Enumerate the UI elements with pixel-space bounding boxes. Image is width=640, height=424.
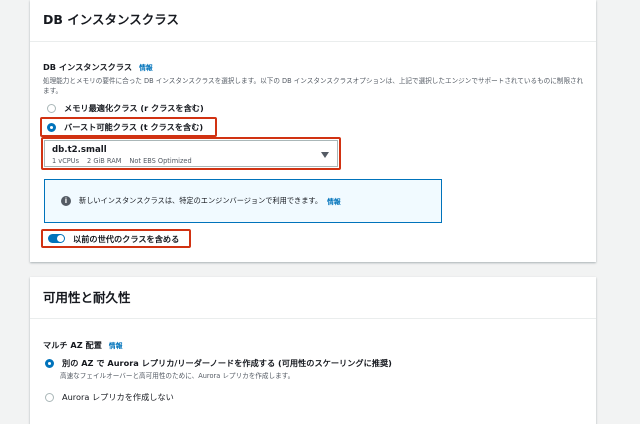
instance-class-body: DB インスタンスクラス 情報 処理能力とメモリの要件に合った DB インスタンス… bbox=[30, 42, 596, 262]
toggle-knob bbox=[57, 235, 64, 242]
availability-body: マルチ AZ 配置 情報 別の AZ で Aurora レプリカ/リーダーノードを… bbox=[30, 319, 596, 405]
instance-class-header: DB インスタンスクラス bbox=[30, 0, 596, 42]
previous-generation-toggle[interactable] bbox=[48, 234, 65, 243]
radio-no-replica-button[interactable] bbox=[45, 392, 54, 402]
multi-az-info-link[interactable]: 情報 bbox=[109, 342, 123, 350]
caret-down-icon[interactable] bbox=[321, 152, 329, 158]
radio-create-replica[interactable]: 別の AZ で Aurora レプリカ/リーダーノードを作成する (可用性のスケ… bbox=[43, 355, 583, 371]
radio-memory-optimized-label: メモリ最適化クラス (r クラスを含む) bbox=[64, 103, 204, 113]
radio-burstable-button[interactable] bbox=[47, 122, 56, 132]
radio-no-replica-label: Aurora レプリカを作成しない bbox=[62, 392, 174, 402]
instance-class-select[interactable]: db.t2.small 1 vCPUs 2 GiB RAM Not EBS Op… bbox=[44, 140, 338, 167]
instance-class-panel: DB インスタンスクラス DB インスタンスクラス 情報 処理能力とメモリの要件に… bbox=[30, 0, 596, 262]
instance-class-description: 処理能力とメモリの要件に合った DB インスタンスクラスを選択します。以下の D… bbox=[43, 77, 584, 95]
radio-create-replica-button[interactable] bbox=[45, 358, 54, 368]
instance-class-title: DB インスタンスクラス bbox=[43, 12, 180, 27]
select-vcpus: 1 vCPUs bbox=[52, 157, 80, 165]
previous-generation-label: 以前の世代のクラスを含める bbox=[73, 233, 180, 244]
radio-burstable-highlight: バースト可能クラス (t クラスを含む) bbox=[40, 117, 217, 137]
availability-title: 可用性と耐久性 bbox=[43, 290, 131, 305]
instance-class-field-label: DB インスタンスクラス bbox=[43, 62, 133, 72]
radio-memory-optimized-button[interactable] bbox=[47, 103, 56, 113]
availability-header: 可用性と耐久性 bbox=[30, 277, 596, 319]
select-ebs: Not EBS Optimized bbox=[129, 157, 192, 165]
multi-az-field-label: マルチ AZ 配置 bbox=[43, 340, 102, 350]
instance-class-select-value: db.t2.small bbox=[52, 145, 107, 155]
instance-select-highlight: db.t2.small 1 vCPUs 2 GiB RAM Not EBS Op… bbox=[41, 137, 341, 170]
radio-create-replica-description: 高速なフェイルオーバーと高可用性のために、Aurora レプリカを作成します。 bbox=[60, 372, 295, 380]
radio-burstable-label[interactable]: バースト可能クラス (t クラスを含む) bbox=[64, 121, 203, 133]
previous-generation-highlight: 以前の世代のクラスを含める bbox=[41, 229, 191, 248]
info-alert-link[interactable]: 情報 bbox=[327, 196, 341, 206]
info-icon: i bbox=[61, 196, 71, 206]
instance-class-info-link[interactable]: 情報 bbox=[139, 64, 153, 72]
availability-panel: 可用性と耐久性 マルチ AZ 配置 情報 別の AZ で Aurora レプリカ/… bbox=[30, 277, 596, 424]
radio-memory-optimized[interactable]: メモリ最適化クラス (r クラスを含む) bbox=[43, 100, 583, 116]
radio-create-replica-label: 別の AZ で Aurora レプリカ/リーダーノードを作成する (可用性のスケ… bbox=[62, 358, 392, 368]
select-ram: 2 GiB RAM bbox=[87, 157, 122, 165]
info-alert-text: 新しいインスタンスクラスは、特定のエンジンバージョンで利用できます。 bbox=[79, 196, 323, 205]
radio-no-replica[interactable]: Aurora レプリカを作成しない bbox=[43, 389, 583, 405]
info-alert: i 新しいインスタンスクラスは、特定のエンジンバージョンで利用できます。 情報 bbox=[44, 179, 442, 223]
instance-class-select-meta: 1 vCPUs 2 GiB RAM Not EBS Optimized bbox=[52, 156, 330, 166]
